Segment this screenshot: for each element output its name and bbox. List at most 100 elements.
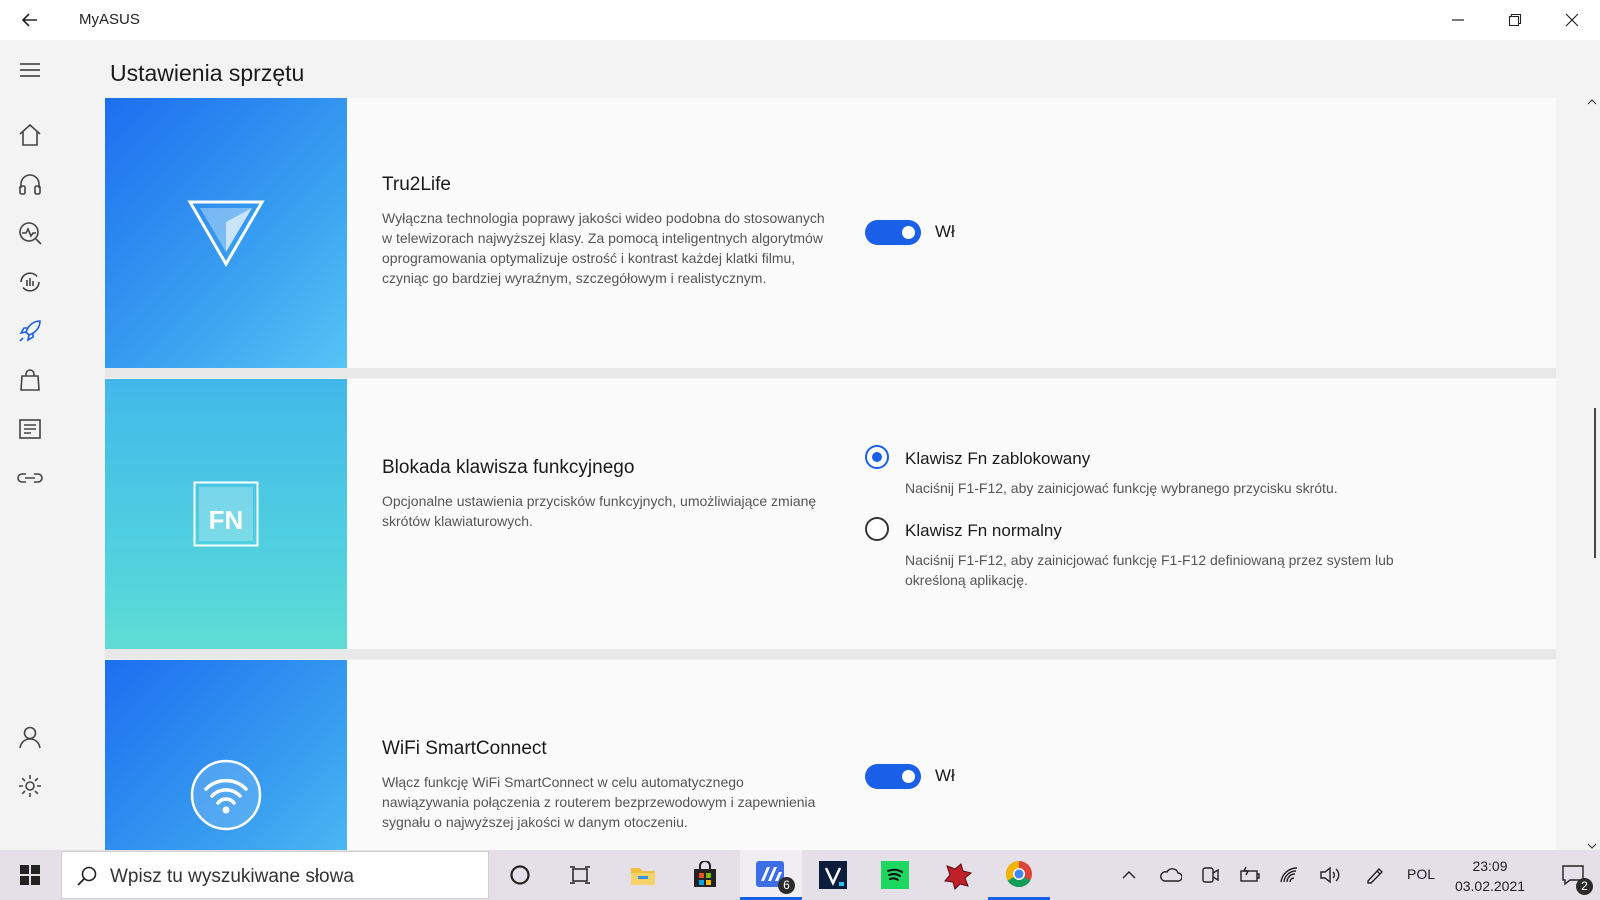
restore-button[interactable]	[1486, 0, 1543, 40]
diagnostics-icon	[19, 222, 42, 245]
search-placeholder: Wpisz tu wyszukiwane słowa	[110, 866, 354, 887]
chrome-button[interactable]	[988, 850, 1050, 900]
fn-lock-description: Opcjonalne ustawienia przycisków funkcyj…	[382, 493, 817, 529]
fn-lock-hero: FN	[105, 379, 347, 649]
action-center-button[interactable]: 2	[1550, 850, 1596, 900]
sidebar-item-news[interactable]	[14, 413, 46, 445]
system-update-icon	[20, 272, 40, 292]
sidebar	[0, 40, 60, 850]
onedrive-tray[interactable]	[1155, 850, 1185, 900]
sidebar-item-diagnostics[interactable]	[14, 217, 46, 249]
fn-locked-description: Naciśnij F1-F12, aby zainicjować funkcję…	[905, 480, 1338, 496]
tru2life-title: Tru2Life	[382, 174, 451, 195]
close-button[interactable]	[1543, 0, 1600, 40]
puzzle-app-button[interactable]	[926, 850, 988, 900]
task-view-button[interactable]	[550, 850, 610, 900]
home-icon	[19, 123, 41, 146]
fn-lock-card: FN Blokada klawisza funkcyjnego Opcjonal…	[105, 379, 1556, 659]
taskbar-search-box[interactable]: Wpisz tu wyszukiwane słowa	[61, 851, 489, 899]
link-icon	[17, 473, 43, 483]
fn-lock-info: Blokada klawisza funkcyjnego Opcjonalne …	[382, 457, 832, 531]
pen-icon	[1367, 867, 1383, 884]
arrow-left-icon	[21, 13, 37, 27]
sidebar-item-customization[interactable]	[14, 315, 46, 347]
tru2life-info: Tru2Life Wyłączna technologia poprawy ja…	[382, 174, 832, 288]
puzzle-app-icon	[944, 863, 973, 890]
toggle-knob	[902, 226, 915, 239]
fn-normal-description: Naciśnij F1-F12, aby zainicjować funkcję…	[905, 552, 1394, 588]
app-v-button[interactable]	[802, 850, 864, 900]
page-header: Ustawienia sprzętu	[60, 40, 1600, 98]
windows-logo-icon	[20, 865, 40, 885]
fn-normal-label[interactable]: Klawisz Fn normalny	[905, 521, 1062, 541]
myasus-taskbar-button[interactable]: 6	[740, 850, 802, 900]
wifi-tray[interactable]	[1275, 850, 1305, 900]
content-scrollbar[interactable]	[1584, 98, 1597, 850]
minimize-button[interactable]	[1429, 0, 1486, 40]
sidebar-item-home[interactable]	[14, 119, 46, 151]
fn-locked-radio[interactable]	[865, 445, 889, 469]
file-explorer-button[interactable]	[612, 850, 674, 900]
taskbar: Wpisz tu wyszukiwane słowa 6 POL 23:09 0…	[0, 850, 1600, 900]
tru2life-toggle[interactable]	[865, 220, 921, 245]
clock-time: 23:09	[1472, 858, 1508, 874]
sidebar-item-settings[interactable]	[14, 770, 46, 802]
fn-key-icon: FN	[193, 481, 259, 547]
user-icon	[19, 726, 41, 749]
close-icon	[1565, 13, 1578, 27]
sidebar-item-support[interactable]	[14, 168, 46, 200]
myasus-badge: 6	[778, 877, 795, 894]
sidebar-item-link[interactable]	[14, 462, 46, 494]
tru2life-toggle-label: Wł	[935, 222, 955, 241]
clock-date: 03.02.2021	[1454, 878, 1526, 894]
news-icon	[19, 419, 41, 439]
back-button[interactable]	[14, 8, 46, 32]
wifi-toggle-label: Wł	[935, 766, 955, 785]
gear-icon	[19, 775, 41, 797]
spotify-button[interactable]	[864, 850, 926, 900]
page-title: Ustawienia sprzętu	[110, 60, 305, 86]
pen-tray[interactable]	[1360, 850, 1390, 900]
fn-locked-label[interactable]: Klawisz Fn zablokowany	[905, 449, 1090, 469]
chrome-icon	[1005, 860, 1032, 887]
wifi-title: WiFi SmartConnect	[382, 738, 547, 759]
wifi-toggle[interactable]	[865, 764, 921, 789]
show-hidden-icons-button[interactable]	[1114, 850, 1144, 900]
scroll-up-icon	[1587, 99, 1597, 105]
sidebar-item-account[interactable]	[14, 721, 46, 753]
spotify-icon	[881, 861, 909, 889]
scroll-down-icon	[1587, 843, 1597, 849]
v-app-icon	[819, 861, 847, 889]
chevron-up-icon	[1122, 871, 1136, 879]
settings-list: Tru2Life Wyłączna technologia poprawy ja…	[105, 98, 1556, 850]
notification-badge: 2	[1576, 878, 1593, 895]
bag-icon	[20, 369, 40, 391]
microsoft-store-icon	[694, 861, 716, 887]
taskbar-clock[interactable]: 23:09 03.02.2021	[1440, 856, 1540, 896]
toggle-knob	[902, 770, 915, 783]
task-view-icon	[570, 866, 590, 884]
meet-now-tray[interactable]	[1195, 850, 1225, 900]
hamburger-menu-button[interactable]	[14, 54, 46, 86]
cortana-button[interactable]	[490, 850, 550, 900]
hamburger-icon	[20, 63, 40, 77]
volume-tray[interactable]	[1315, 850, 1345, 900]
microsoft-store-button[interactable]	[674, 850, 736, 900]
fn-normal-radio[interactable]	[865, 517, 889, 541]
tru2life-description: Wyłączna technologia poprawy jakości wid…	[382, 210, 825, 286]
battery-tray[interactable]	[1235, 850, 1265, 900]
wifi-description: Włącz funkcję WiFi SmartConnect w celu a…	[382, 774, 816, 830]
scrollbar-thumb[interactable]	[1594, 408, 1596, 558]
wifi-hero	[105, 660, 347, 850]
speaker-icon	[1320, 866, 1340, 884]
start-button[interactable]	[0, 850, 60, 900]
battery-charging-icon	[1240, 866, 1260, 882]
headset-icon	[19, 174, 41, 195]
rocket-icon	[19, 320, 41, 342]
onedrive-cloud-icon	[1160, 868, 1182, 882]
tru2life-logo-icon	[187, 200, 265, 267]
sidebar-item-store[interactable]	[14, 364, 46, 396]
sidebar-item-system-update[interactable]	[14, 266, 46, 298]
language-indicator[interactable]: POL	[1407, 866, 1435, 882]
fn-key-text: FN	[209, 505, 244, 535]
